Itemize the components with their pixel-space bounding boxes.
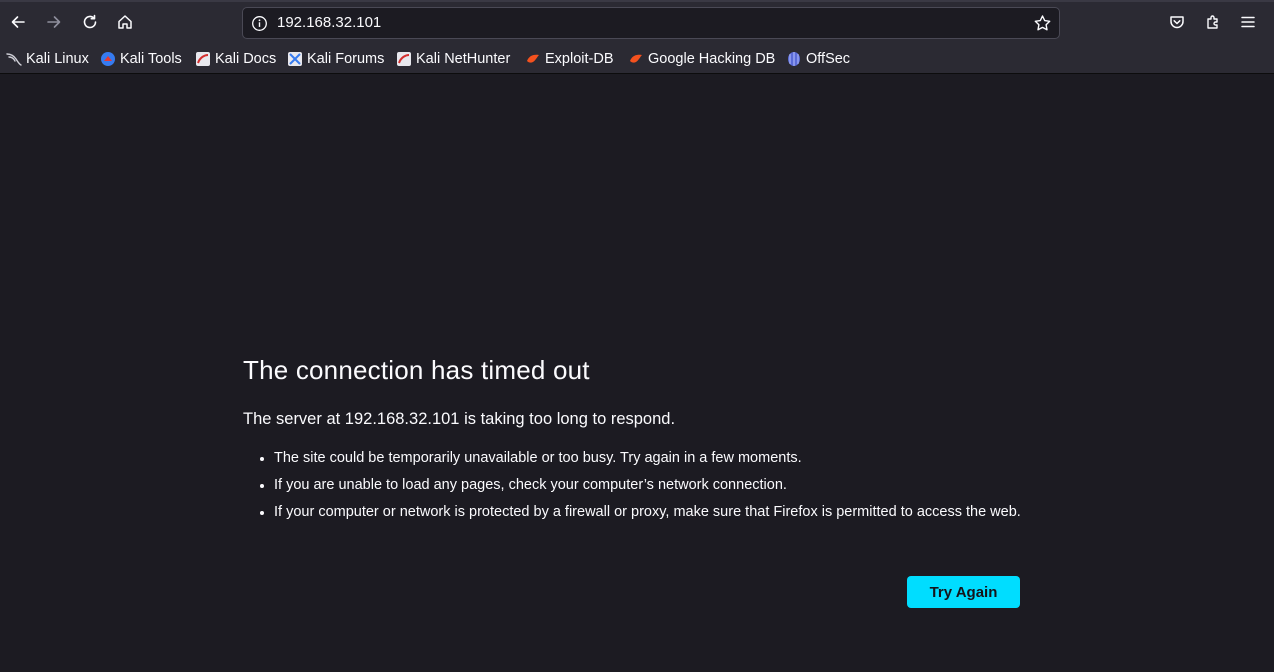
bookmark-label: Kali Tools	[120, 51, 182, 67]
bookmark-kali-forums[interactable]: Kali Forums	[287, 49, 384, 69]
kali-docs-icon	[196, 52, 210, 66]
bookmark-exploit-db[interactable]: Exploit-DB	[525, 49, 614, 69]
bookmark-label: Kali Forums	[307, 51, 385, 67]
home-button[interactable]	[111, 8, 139, 36]
list-item: If your computer or network is protected…	[258, 503, 1028, 522]
kali-tools-icon	[101, 52, 115, 66]
try-again-button[interactable]: Try Again	[907, 576, 1020, 608]
kali-dragon-icon	[6, 53, 22, 66]
error-title: The connection has timed out	[243, 355, 590, 385]
site-info-icon[interactable]	[251, 15, 268, 32]
exploit-db-icon	[527, 54, 539, 63]
google-hacking-db-icon	[630, 54, 642, 63]
bookmark-label: Kali NetHunter	[416, 51, 511, 67]
bookmark-kali-linux[interactable]: Kali Linux	[6, 49, 89, 69]
window-top-border	[0, 0, 1274, 2]
pocket-icon	[1170, 16, 1184, 29]
extensions-button[interactable]	[1199, 8, 1227, 36]
app-menu-button[interactable]	[1234, 8, 1262, 36]
page-content	[0, 75, 1274, 672]
url-text[interactable]: 192.168.32.101	[277, 14, 381, 31]
extensions-icon	[1207, 15, 1218, 29]
bookmark-google-hacking-db[interactable]: Google Hacking DB	[628, 49, 775, 69]
home-icon	[118, 15, 132, 29]
menu-icon	[1241, 16, 1255, 28]
bookmark-kali-nethunter[interactable]: Kali NetHunter	[396, 49, 510, 69]
error-subtitle: The server at 192.168.32.101 is taking t…	[243, 410, 676, 428]
bookmark-offsec[interactable]: OffSec	[786, 49, 850, 69]
bookmark-kali-docs[interactable]: Kali Docs	[195, 49, 276, 69]
bookmark-star-icon[interactable]	[1033, 14, 1052, 33]
bookmark-label: OffSec	[806, 51, 851, 67]
bookmark-label: Kali Docs	[215, 51, 277, 67]
bookmark-kali-tools[interactable]: Kali Tools	[100, 49, 182, 69]
back-button[interactable]	[4, 8, 32, 36]
kali-forums-icon	[288, 52, 302, 66]
error-suggestions-list: The site could be temporarily unavailabl…	[258, 449, 1028, 530]
kali-nethunter-icon	[397, 52, 411, 66]
pocket-button[interactable]	[1163, 8, 1191, 36]
back-icon	[11, 16, 25, 28]
bookmark-label: Kali Linux	[26, 51, 89, 67]
forward-button[interactable]	[40, 8, 68, 36]
bookmark-label: Exploit-DB	[545, 51, 614, 67]
offsec-icon	[788, 52, 800, 66]
bookmarks-toolbar: Kali Linux Kali Tools Kali Docs Kali For…	[0, 44, 1274, 74]
bookmark-label: Google Hacking DB	[648, 51, 776, 67]
forward-icon	[47, 16, 61, 28]
reload-icon	[83, 14, 97, 29]
url-bar[interactable]: 192.168.32.101	[242, 7, 1060, 39]
list-item: If you are unable to load any pages, che…	[258, 476, 1028, 495]
list-item: The site could be temporarily unavailabl…	[258, 449, 1028, 468]
reload-button[interactable]	[76, 8, 104, 36]
browser-toolbar: 192.168.32.101	[0, 0, 1274, 44]
